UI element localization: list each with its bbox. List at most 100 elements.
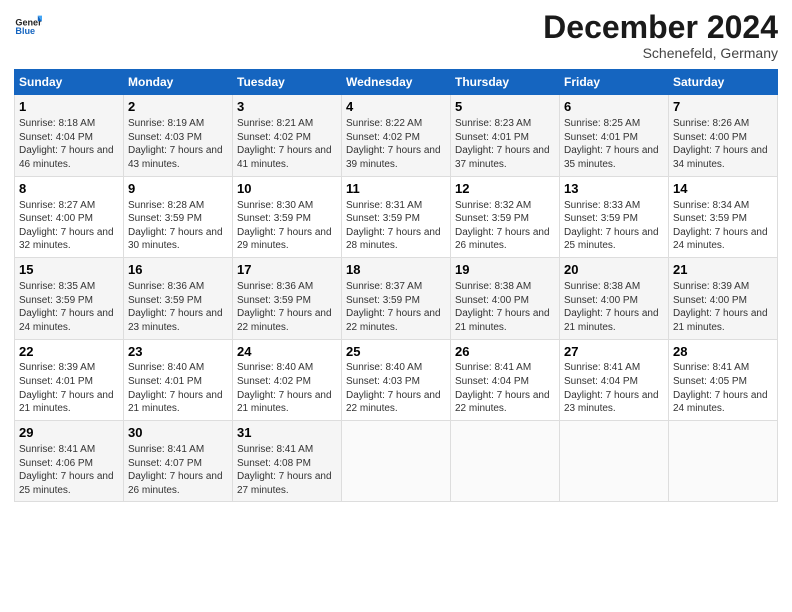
calendar-cell: 25 Sunrise: 8:40 AMSunset: 4:03 PMDaylig… (342, 339, 451, 420)
day-number: 11 (346, 181, 446, 198)
day-number: 10 (237, 181, 337, 198)
day-number: 18 (346, 262, 446, 279)
day-info: Sunrise: 8:25 AMSunset: 4:01 PMDaylight:… (564, 118, 659, 170)
day-info: Sunrise: 8:21 AMSunset: 4:02 PMDaylight:… (237, 118, 332, 170)
calendar-cell: 26 Sunrise: 8:41 AMSunset: 4:04 PMDaylig… (451, 339, 560, 420)
day-number: 19 (455, 262, 555, 279)
calendar-cell (451, 421, 560, 502)
logo-icon: General Blue (14, 10, 42, 38)
calendar-table: SundayMondayTuesdayWednesdayThursdayFrid… (14, 69, 778, 502)
calendar-cell (342, 421, 451, 502)
calendar-cell: 22 Sunrise: 8:39 AMSunset: 4:01 PMDaylig… (15, 339, 124, 420)
calendar-cell: 28 Sunrise: 8:41 AMSunset: 4:05 PMDaylig… (669, 339, 778, 420)
day-info: Sunrise: 8:40 AMSunset: 4:03 PMDaylight:… (346, 362, 441, 414)
header-row: SundayMondayTuesdayWednesdayThursdayFrid… (15, 70, 778, 95)
calendar-cell: 4 Sunrise: 8:22 AMSunset: 4:02 PMDayligh… (342, 95, 451, 176)
day-info: Sunrise: 8:26 AMSunset: 4:00 PMDaylight:… (673, 118, 768, 170)
day-number: 12 (455, 181, 555, 198)
calendar-cell: 21 Sunrise: 8:39 AMSunset: 4:00 PMDaylig… (669, 258, 778, 339)
day-info: Sunrise: 8:41 AMSunset: 4:07 PMDaylight:… (128, 444, 223, 496)
day-info: Sunrise: 8:22 AMSunset: 4:02 PMDaylight:… (346, 118, 441, 170)
svg-text:Blue: Blue (15, 26, 35, 36)
calendar-cell: 15 Sunrise: 8:35 AMSunset: 3:59 PMDaylig… (15, 258, 124, 339)
calendar-cell: 20 Sunrise: 8:38 AMSunset: 4:00 PMDaylig… (560, 258, 669, 339)
calendar-cell: 30 Sunrise: 8:41 AMSunset: 4:07 PMDaylig… (124, 421, 233, 502)
col-header-sunday: Sunday (15, 70, 124, 95)
day-info: Sunrise: 8:41 AMSunset: 4:06 PMDaylight:… (19, 444, 114, 496)
calendar-cell: 8 Sunrise: 8:27 AMSunset: 4:00 PMDayligh… (15, 176, 124, 257)
day-number: 22 (19, 344, 119, 361)
col-header-tuesday: Tuesday (233, 70, 342, 95)
day-info: Sunrise: 8:36 AMSunset: 3:59 PMDaylight:… (128, 281, 223, 333)
day-info: Sunrise: 8:31 AMSunset: 3:59 PMDaylight:… (346, 200, 441, 252)
day-number: 15 (19, 262, 119, 279)
day-number: 1 (19, 99, 119, 116)
day-info: Sunrise: 8:36 AMSunset: 3:59 PMDaylight:… (237, 281, 332, 333)
calendar-cell: 5 Sunrise: 8:23 AMSunset: 4:01 PMDayligh… (451, 95, 560, 176)
day-info: Sunrise: 8:38 AMSunset: 4:00 PMDaylight:… (564, 281, 659, 333)
calendar-cell: 14 Sunrise: 8:34 AMSunset: 3:59 PMDaylig… (669, 176, 778, 257)
calendar-cell: 3 Sunrise: 8:21 AMSunset: 4:02 PMDayligh… (233, 95, 342, 176)
day-info: Sunrise: 8:32 AMSunset: 3:59 PMDaylight:… (455, 200, 550, 252)
title-area: December 2024 Schenefeld, Germany (543, 10, 778, 61)
main-title: December 2024 (543, 10, 778, 45)
calendar-cell: 24 Sunrise: 8:40 AMSunset: 4:02 PMDaylig… (233, 339, 342, 420)
day-number: 31 (237, 425, 337, 442)
calendar-cell: 27 Sunrise: 8:41 AMSunset: 4:04 PMDaylig… (560, 339, 669, 420)
calendar-cell: 2 Sunrise: 8:19 AMSunset: 4:03 PMDayligh… (124, 95, 233, 176)
day-number: 29 (19, 425, 119, 442)
calendar-cell: 18 Sunrise: 8:37 AMSunset: 3:59 PMDaylig… (342, 258, 451, 339)
day-number: 24 (237, 344, 337, 361)
day-number: 3 (237, 99, 337, 116)
col-header-monday: Monday (124, 70, 233, 95)
day-number: 2 (128, 99, 228, 116)
day-info: Sunrise: 8:19 AMSunset: 4:03 PMDaylight:… (128, 118, 223, 170)
calendar-cell: 17 Sunrise: 8:36 AMSunset: 3:59 PMDaylig… (233, 258, 342, 339)
week-row-1: 1 Sunrise: 8:18 AMSunset: 4:04 PMDayligh… (15, 95, 778, 176)
day-info: Sunrise: 8:41 AMSunset: 4:08 PMDaylight:… (237, 444, 332, 496)
day-number: 28 (673, 344, 773, 361)
calendar-cell: 11 Sunrise: 8:31 AMSunset: 3:59 PMDaylig… (342, 176, 451, 257)
day-number: 17 (237, 262, 337, 279)
day-info: Sunrise: 8:33 AMSunset: 3:59 PMDaylight:… (564, 200, 659, 252)
day-info: Sunrise: 8:28 AMSunset: 3:59 PMDaylight:… (128, 200, 223, 252)
day-number: 6 (564, 99, 664, 116)
day-info: Sunrise: 8:40 AMSunset: 4:02 PMDaylight:… (237, 362, 332, 414)
day-info: Sunrise: 8:35 AMSunset: 3:59 PMDaylight:… (19, 281, 114, 333)
day-info: Sunrise: 8:41 AMSunset: 4:04 PMDaylight:… (455, 362, 550, 414)
calendar-cell: 23 Sunrise: 8:40 AMSunset: 4:01 PMDaylig… (124, 339, 233, 420)
calendar-cell: 12 Sunrise: 8:32 AMSunset: 3:59 PMDaylig… (451, 176, 560, 257)
calendar-cell: 10 Sunrise: 8:30 AMSunset: 3:59 PMDaylig… (233, 176, 342, 257)
day-info: Sunrise: 8:30 AMSunset: 3:59 PMDaylight:… (237, 200, 332, 252)
logo: General Blue (14, 10, 42, 38)
calendar-cell: 31 Sunrise: 8:41 AMSunset: 4:08 PMDaylig… (233, 421, 342, 502)
day-number: 26 (455, 344, 555, 361)
day-info: Sunrise: 8:37 AMSunset: 3:59 PMDaylight:… (346, 281, 441, 333)
day-number: 8 (19, 181, 119, 198)
day-info: Sunrise: 8:39 AMSunset: 4:01 PMDaylight:… (19, 362, 114, 414)
col-header-friday: Friday (560, 70, 669, 95)
day-number: 20 (564, 262, 664, 279)
day-info: Sunrise: 8:27 AMSunset: 4:00 PMDaylight:… (19, 200, 114, 252)
calendar-cell (560, 421, 669, 502)
col-header-saturday: Saturday (669, 70, 778, 95)
calendar-cell: 9 Sunrise: 8:28 AMSunset: 3:59 PMDayligh… (124, 176, 233, 257)
day-info: Sunrise: 8:34 AMSunset: 3:59 PMDaylight:… (673, 200, 768, 252)
calendar-cell: 13 Sunrise: 8:33 AMSunset: 3:59 PMDaylig… (560, 176, 669, 257)
week-row-3: 15 Sunrise: 8:35 AMSunset: 3:59 PMDaylig… (15, 258, 778, 339)
week-row-5: 29 Sunrise: 8:41 AMSunset: 4:06 PMDaylig… (15, 421, 778, 502)
calendar-cell: 29 Sunrise: 8:41 AMSunset: 4:06 PMDaylig… (15, 421, 124, 502)
day-number: 25 (346, 344, 446, 361)
calendar-cell: 1 Sunrise: 8:18 AMSunset: 4:04 PMDayligh… (15, 95, 124, 176)
day-info: Sunrise: 8:38 AMSunset: 4:00 PMDaylight:… (455, 281, 550, 333)
calendar-cell: 16 Sunrise: 8:36 AMSunset: 3:59 PMDaylig… (124, 258, 233, 339)
day-info: Sunrise: 8:40 AMSunset: 4:01 PMDaylight:… (128, 362, 223, 414)
day-number: 4 (346, 99, 446, 116)
calendar-cell: 7 Sunrise: 8:26 AMSunset: 4:00 PMDayligh… (669, 95, 778, 176)
day-number: 23 (128, 344, 228, 361)
day-number: 21 (673, 262, 773, 279)
col-header-thursday: Thursday (451, 70, 560, 95)
day-number: 30 (128, 425, 228, 442)
day-number: 27 (564, 344, 664, 361)
day-number: 7 (673, 99, 773, 116)
